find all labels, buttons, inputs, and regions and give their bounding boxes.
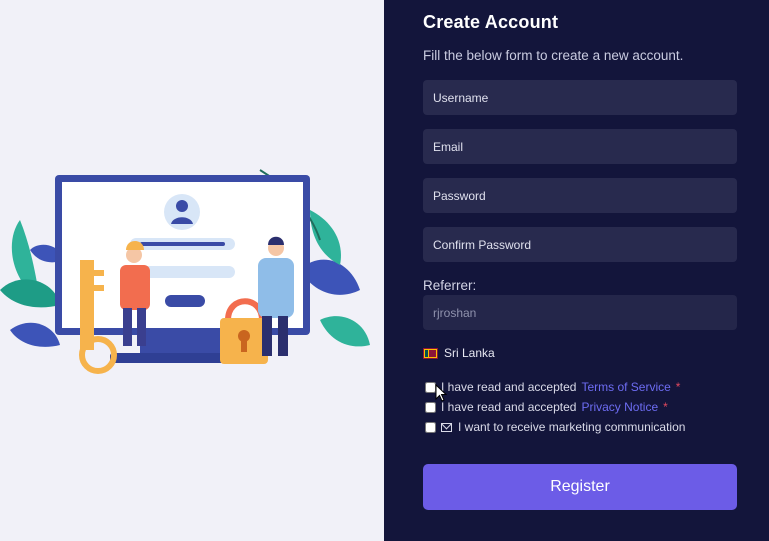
form-title: Create Account: [423, 12, 559, 32]
sri-lanka-flag-icon: [423, 347, 438, 359]
form-subtitle: Fill the below form to create a new acco…: [423, 48, 684, 63]
username-input[interactable]: [423, 80, 737, 115]
referrer-input[interactable]: [423, 295, 737, 330]
privacy-text: I have read and accepted: [441, 400, 577, 414]
terms-row: I have read and accepted Terms of Servic…: [425, 380, 680, 394]
confirm-password-input[interactable]: [423, 227, 737, 262]
terms-text: I have read and accepted: [441, 380, 577, 394]
register-form-panel: Create Account Fill the below form to cr…: [384, 0, 769, 541]
privacy-notice-link[interactable]: Privacy Notice: [581, 400, 658, 414]
privacy-required-mark: *: [663, 400, 668, 414]
account-security-illustration: [0, 169, 370, 374]
marketing-row: I want to receive marketing communicatio…: [425, 420, 685, 434]
terms-required-mark: *: [675, 380, 681, 394]
illustration-panel: [0, 0, 384, 541]
envelope-icon: [441, 422, 452, 432]
marketing-text: I want to receive marketing communicatio…: [458, 420, 686, 434]
marketing-checkbox[interactable]: [425, 421, 436, 433]
terms-of-service-link[interactable]: Terms of Service: [581, 380, 670, 394]
country-name: Sri Lanka: [444, 346, 495, 360]
privacy-checkbox[interactable]: [425, 401, 436, 413]
referrer-label: Referrer:: [423, 278, 477, 293]
privacy-row: I have read and accepted Privacy Notice …: [425, 400, 668, 414]
email-input[interactable]: [423, 129, 737, 164]
mouse-pointer-icon: [435, 384, 447, 402]
country-indicator: Sri Lanka: [423, 346, 495, 360]
password-input[interactable]: [423, 178, 737, 213]
register-button[interactable]: Register: [423, 464, 737, 510]
